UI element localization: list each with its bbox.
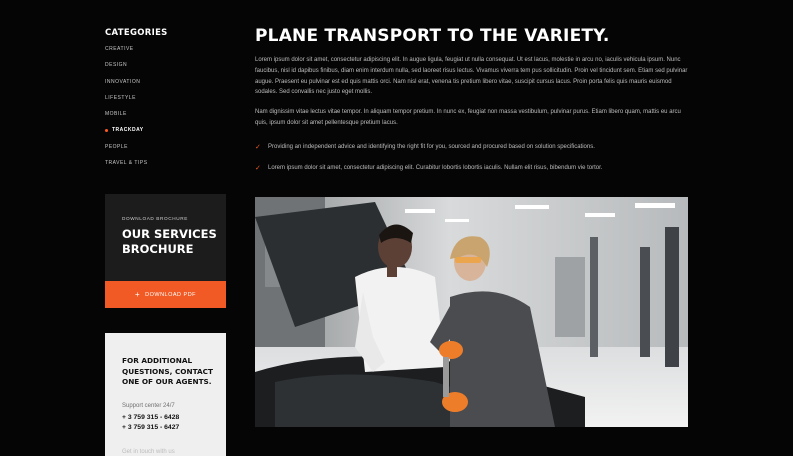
category-label: LIFESTYLE: [105, 94, 136, 101]
contact-card: FOR ADDITIONAL QUESTIONS, CONTACT ONE OF…: [105, 333, 226, 456]
category-label: DESIGN: [105, 62, 128, 69]
checkmark-icon: ✓: [255, 144, 261, 151]
brochure-card: DOWNLOAD BROCHURE OUR SERVICES BROCHURE …: [105, 194, 226, 308]
category-label: TRACKDAY: [112, 127, 144, 134]
contact-title: FOR ADDITIONAL QUESTIONS, CONTACT ONE OF…: [122, 356, 213, 386]
category-label: TRAVEL & TIPS: [105, 160, 148, 167]
checklist-item: ✓ Lorem ipsum dolor sit amet, consectetu…: [255, 164, 688, 172]
article-title: PLANE TRANSPORT TO THE VARIETY.: [255, 26, 610, 46]
download-pdf-label: DOWNLOAD PDF: [145, 291, 197, 298]
download-pdf-button[interactable]: + DOWNLOAD PDF: [105, 281, 226, 308]
category-item-trackday[interactable]: TRACKDAY: [105, 126, 226, 142]
phone-number[interactable]: + 3 759 315 - 6428: [122, 414, 179, 421]
categories-title: CATEGORIES: [105, 28, 168, 38]
category-label: CREATIVE: [105, 46, 134, 52]
category-list: CREATIVE DESIGN INNOVATION LIFESTYLE MOB…: [105, 45, 226, 175]
category-item-travel-tips[interactable]: TRAVEL & TIPS: [105, 159, 226, 175]
checklist-text: Lorem ipsum dolor sit amet, consectetur …: [268, 165, 603, 171]
checklist-item: ✓ Providing an independent advice and id…: [255, 143, 688, 151]
checkmark-icon: ✓: [255, 165, 261, 172]
category-item-design[interactable]: DESIGN: [105, 61, 226, 77]
plus-icon: +: [134, 289, 141, 299]
category-item-creative[interactable]: CREATIVE: [105, 45, 226, 61]
category-item-innovation[interactable]: INNOVATION: [105, 78, 226, 94]
brochure-eyebrow: DOWNLOAD BROCHURE: [122, 216, 188, 221]
mechanics-photo: [255, 197, 688, 427]
brochure-title: OUR SERVICES BROCHURE: [122, 227, 217, 256]
support-label: Support center 24/7: [122, 403, 175, 409]
contact-link[interactable]: Get in touch with us: [122, 449, 175, 455]
category-item-lifestyle[interactable]: LIFESTYLE: [105, 94, 226, 110]
phone-number[interactable]: + 3 759 315 - 6427: [122, 424, 179, 431]
active-dot-icon: [105, 128, 108, 132]
category-label: MOBILE: [105, 111, 127, 118]
category-label: PEOPLE: [105, 143, 129, 150]
category-item-people[interactable]: PEOPLE: [105, 143, 226, 159]
category-item-mobile[interactable]: MOBILE: [105, 110, 226, 126]
categories-widget: CATEGORIES CREATIVE DESIGN INNOVATION LI…: [105, 28, 226, 175]
checklist-text: Providing an independent advice and iden…: [268, 144, 595, 150]
article-paragraph: Lorem ipsum dolor sit amet, consectetur …: [255, 57, 688, 96]
category-label: INNOVATION: [105, 78, 141, 85]
mechanics-illustration: [255, 197, 688, 427]
article-paragraph: Nam dignissim vitae lectus vitae tempor.…: [255, 109, 681, 126]
